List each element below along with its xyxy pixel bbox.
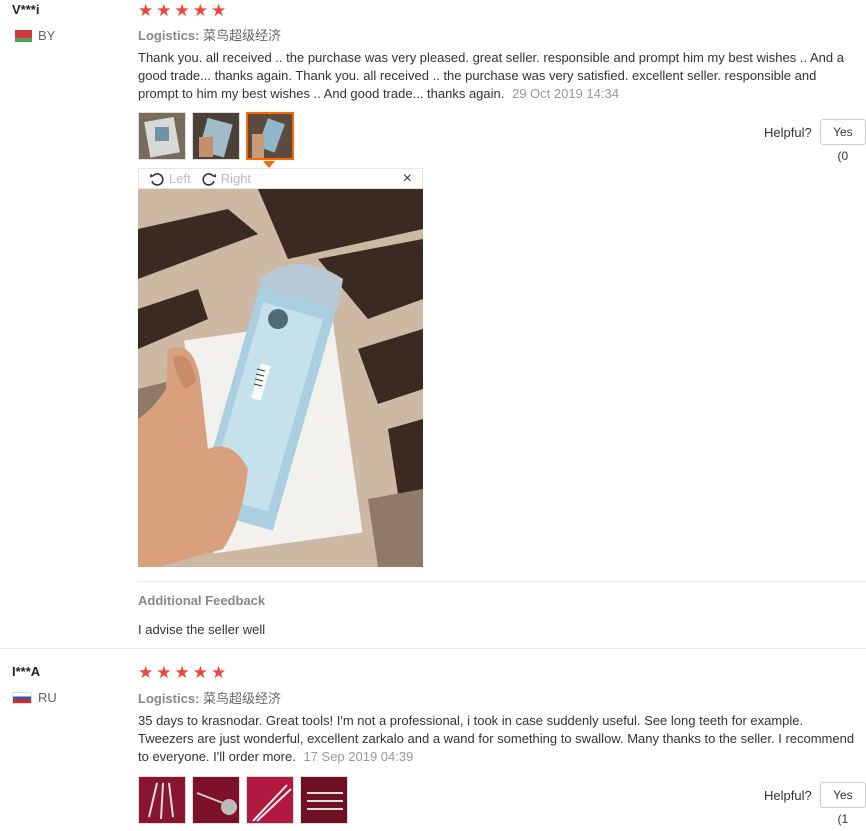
additional-feedback-text: I advise the seller well bbox=[138, 622, 266, 637]
review-photo-thumb[interactable] bbox=[138, 112, 186, 160]
logistics-label: Logistics: bbox=[138, 691, 200, 706]
star-icon: ★ bbox=[192, 1, 208, 20]
rotate-left-label: Left bbox=[169, 171, 191, 186]
helpful-label: Helpful? bbox=[764, 124, 812, 140]
logistics-label: Logistics: bbox=[138, 28, 200, 43]
helpful-control: Helpful? Yes (0 bbox=[764, 119, 866, 163]
review-photo-thumb[interactable] bbox=[192, 112, 240, 160]
review-date: 29 Oct 2019 14:34 bbox=[512, 86, 619, 101]
rotate-right-button[interactable]: Right bbox=[201, 171, 251, 187]
close-icon[interactable]: × bbox=[403, 169, 412, 188]
review-photo-thumb[interactable] bbox=[300, 776, 348, 824]
selected-thumb-pointer bbox=[263, 161, 275, 168]
rotate-right-icon bbox=[202, 172, 216, 186]
review-photos bbox=[138, 112, 294, 160]
photo-viewer-toolbar: Left Right × bbox=[138, 168, 423, 189]
review-text: 35 days to krasnodar. Great tools! I'm n… bbox=[138, 712, 858, 766]
review-body: Thank you. all received .. the purchase … bbox=[138, 50, 844, 101]
flag-belarus-icon bbox=[12, 29, 32, 42]
country-code: BY bbox=[38, 28, 56, 43]
review-photo-large bbox=[138, 189, 423, 567]
star-icon: ★ bbox=[138, 663, 154, 682]
star-icon: ★ bbox=[156, 1, 172, 20]
reviewer-name: I***A bbox=[12, 664, 41, 679]
helpful-label: Helpful? bbox=[764, 787, 812, 803]
star-rating: ★ ★ ★ ★ ★ bbox=[138, 664, 226, 681]
star-rating: ★ ★ ★ ★ ★ bbox=[138, 2, 226, 19]
star-icon: ★ bbox=[174, 1, 190, 20]
star-icon: ★ bbox=[138, 1, 154, 20]
rotate-right-label: Right bbox=[220, 171, 252, 186]
review-separator bbox=[0, 648, 866, 649]
star-icon: ★ bbox=[156, 663, 172, 682]
logistics-info: Logistics: 菜鸟超级经济 bbox=[138, 688, 281, 707]
logistics-info: Logistics: 菜鸟超级经济 bbox=[138, 25, 281, 44]
rotate-left-icon bbox=[150, 172, 164, 186]
star-icon: ★ bbox=[211, 663, 227, 682]
rotate-left-button[interactable]: Left bbox=[149, 171, 191, 187]
logistics-value: 菜鸟超级经济 bbox=[203, 28, 282, 43]
reviewer-country: RU bbox=[12, 690, 57, 705]
reviewer-name: V***i bbox=[12, 2, 40, 17]
additional-feedback-title: Additional Feedback bbox=[138, 593, 266, 608]
helpful-yes-button[interactable]: Yes (0 bbox=[819, 119, 866, 163]
helpful-yes-button[interactable]: Yes (1 bbox=[819, 782, 866, 826]
logistics-value: 菜鸟超级经济 bbox=[203, 691, 282, 706]
star-icon: ★ bbox=[211, 1, 227, 20]
review-photos bbox=[138, 776, 348, 824]
review-date: 17 Sep 2019 04:39 bbox=[303, 749, 414, 764]
helpful-control: Helpful? Yes (1 bbox=[764, 782, 866, 826]
review-photo-thumb[interactable] bbox=[192, 776, 240, 824]
review-photo-thumb[interactable] bbox=[246, 776, 294, 824]
review-text: Thank you. all received .. the purchase … bbox=[138, 49, 858, 103]
review-photo-thumb[interactable] bbox=[138, 776, 186, 824]
star-icon: ★ bbox=[174, 663, 190, 682]
feedback-divider bbox=[138, 581, 866, 582]
review-body: 35 days to krasnodar. Great tools! I'm n… bbox=[138, 713, 855, 764]
reviewer-country: BY bbox=[12, 28, 55, 43]
country-code: RU bbox=[38, 690, 57, 705]
star-icon: ★ bbox=[192, 663, 208, 682]
flag-russia-icon bbox=[12, 691, 32, 704]
review-photo-thumb-selected[interactable] bbox=[246, 112, 294, 160]
